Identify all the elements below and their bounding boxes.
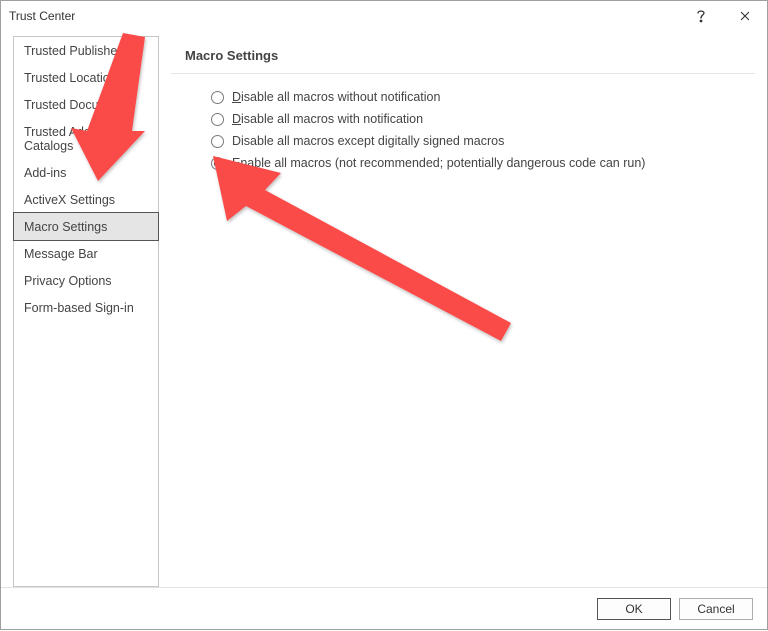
sidebar-item-label: Macro Settings xyxy=(24,220,107,234)
sidebar-item-form-based-sign-in[interactable]: Form-based Sign-in xyxy=(14,294,158,321)
window-title: Trust Center xyxy=(9,9,679,23)
sidebar-item-label: Add-ins xyxy=(24,166,66,180)
sidebar-item-trusted-addin-catalogs[interactable]: Trusted Add-in Catalogs xyxy=(14,118,158,159)
sidebar-item-label: Trusted Locations xyxy=(24,71,123,85)
sidebar-item-label: Trusted Documents xyxy=(24,98,133,112)
sidebar-item-activex-settings[interactable]: ActiveX Settings xyxy=(14,186,158,213)
radio-disable-except-signed[interactable]: Disable all macros except digitally sign… xyxy=(211,130,755,152)
sidebar-item-add-ins[interactable]: Add-ins xyxy=(14,159,158,186)
radio-enable-all-macros[interactable]: Enable all macros (not recommended; pote… xyxy=(211,152,755,174)
button-label: OK xyxy=(625,602,642,616)
titlebar: Trust Center xyxy=(1,1,767,31)
sidebar-item-privacy-options[interactable]: Privacy Options xyxy=(14,267,158,294)
radio-label: Disable all macros with notification xyxy=(232,112,423,126)
cancel-button[interactable]: Cancel xyxy=(679,598,753,620)
radio-icon xyxy=(211,135,224,148)
radio-icon xyxy=(211,113,224,126)
help-icon xyxy=(696,9,706,23)
button-label: Cancel xyxy=(697,602,734,616)
radio-label: Disable all macros without notification xyxy=(232,90,440,104)
content-area: Trusted Publishers Trusted Locations Tru… xyxy=(13,36,755,587)
sidebar-item-macro-settings[interactable]: Macro Settings xyxy=(13,212,159,241)
sidebar-item-label: Trusted Add-in Catalogs xyxy=(24,125,105,153)
dialog-footer: OK Cancel xyxy=(1,587,767,629)
radio-label: Disable all macros except digitally sign… xyxy=(232,134,504,148)
sidebar-item-label: Form-based Sign-in xyxy=(24,301,134,315)
main-panel: Macro Settings Disable all macros withou… xyxy=(171,36,755,587)
sidebar-item-label: Privacy Options xyxy=(24,274,112,288)
radio-icon xyxy=(211,91,224,104)
radio-icon xyxy=(211,157,224,170)
sidebar-item-label: ActiveX Settings xyxy=(24,193,115,207)
radio-disable-no-notification[interactable]: Disable all macros without notification xyxy=(211,86,755,108)
help-button[interactable] xyxy=(679,1,723,31)
radio-disable-with-notification[interactable]: Disable all macros with notification xyxy=(211,108,755,130)
ok-button[interactable]: OK xyxy=(597,598,671,620)
close-icon xyxy=(740,11,750,21)
macro-settings-radio-group: Disable all macros without notification … xyxy=(171,74,755,174)
sidebar: Trusted Publishers Trusted Locations Tru… xyxy=(13,36,159,587)
sidebar-item-message-bar[interactable]: Message Bar xyxy=(14,240,158,267)
sidebar-item-trusted-locations[interactable]: Trusted Locations xyxy=(14,64,158,91)
close-button[interactable] xyxy=(723,1,767,31)
section-title: Macro Settings xyxy=(171,36,755,74)
sidebar-item-trusted-publishers[interactable]: Trusted Publishers xyxy=(14,37,158,64)
sidebar-item-trusted-documents[interactable]: Trusted Documents xyxy=(14,91,158,118)
sidebar-item-label: Trusted Publishers xyxy=(24,44,128,58)
radio-label: Enable all macros (not recommended; pote… xyxy=(232,156,645,170)
sidebar-item-label: Message Bar xyxy=(24,247,98,261)
